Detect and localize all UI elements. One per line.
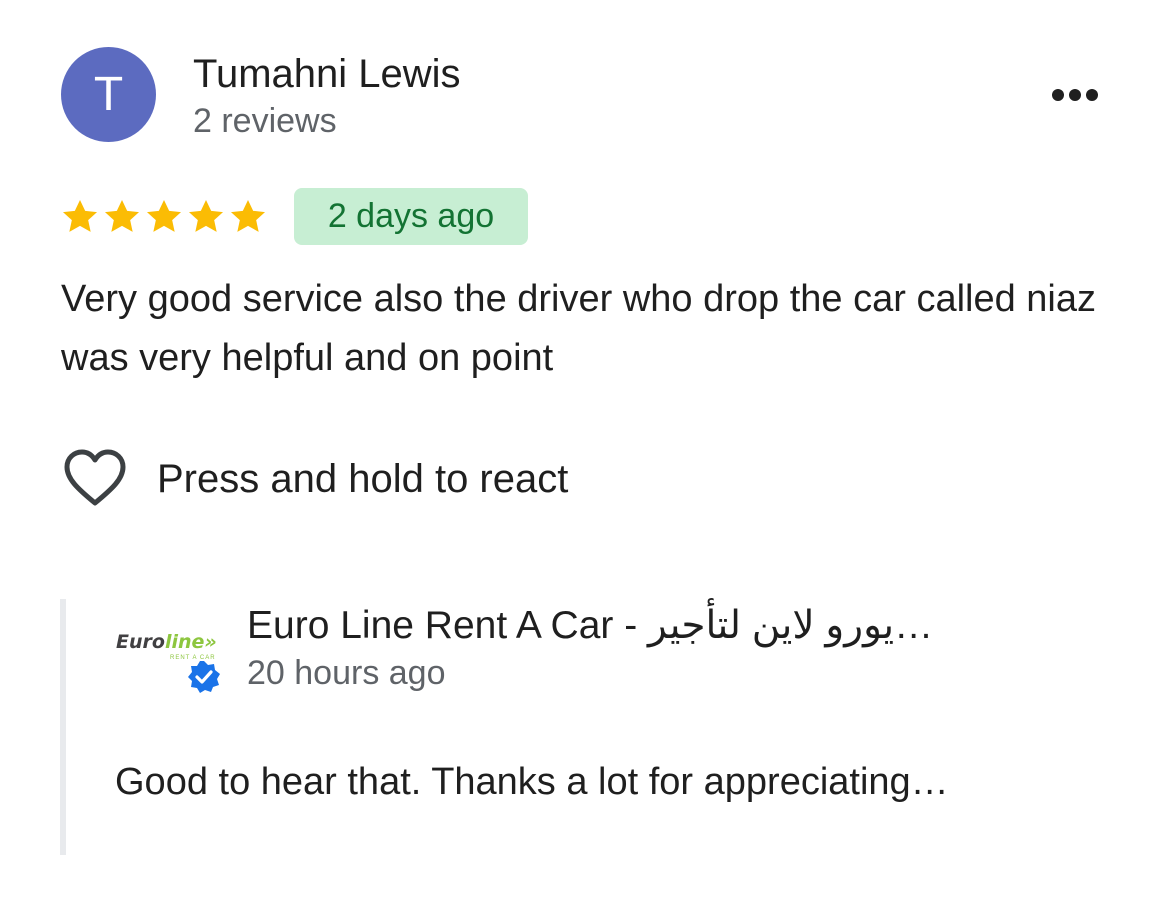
star-icon [231,200,265,232]
owner-name[interactable]: Euro Line Rent A Car - يورو لاين لتأجير… [247,603,933,649]
reviewer-review-count: 2 reviews [193,102,337,140]
react-button[interactable]: Press and hold to react [62,448,568,510]
owner-reply-time: 20 hours ago [247,654,446,692]
more-horizontal-icon [1052,89,1064,101]
star-icon [189,200,223,232]
reply-indent-bar [60,599,66,855]
review-time-badge: 2 days ago [294,188,528,245]
review-text: Very good service also the driver who dr… [61,278,1096,379]
heart-outline-icon [64,449,126,506]
reviewer-avatar[interactable]: T [61,47,156,142]
more-options-button[interactable] [1040,78,1110,112]
avatar-initial: T [93,67,124,121]
star-rating [60,193,268,241]
star-icon [63,200,97,232]
owner-logo: Euroline» RENT A CAR [116,631,217,661]
verified-badge-icon [188,661,220,693]
reviewer-name[interactable]: Tumahni Lewis [193,52,461,96]
star-icon [147,200,181,232]
star-icon [105,200,139,232]
owner-reply: Euroline» RENT A CAR Euro Line Rent A Ca… [60,599,1120,855]
react-label: Press and hold to react [157,457,569,501]
owner-reply-text[interactable]: Good to hear that. Thanks a lot for appr… [115,759,949,805]
